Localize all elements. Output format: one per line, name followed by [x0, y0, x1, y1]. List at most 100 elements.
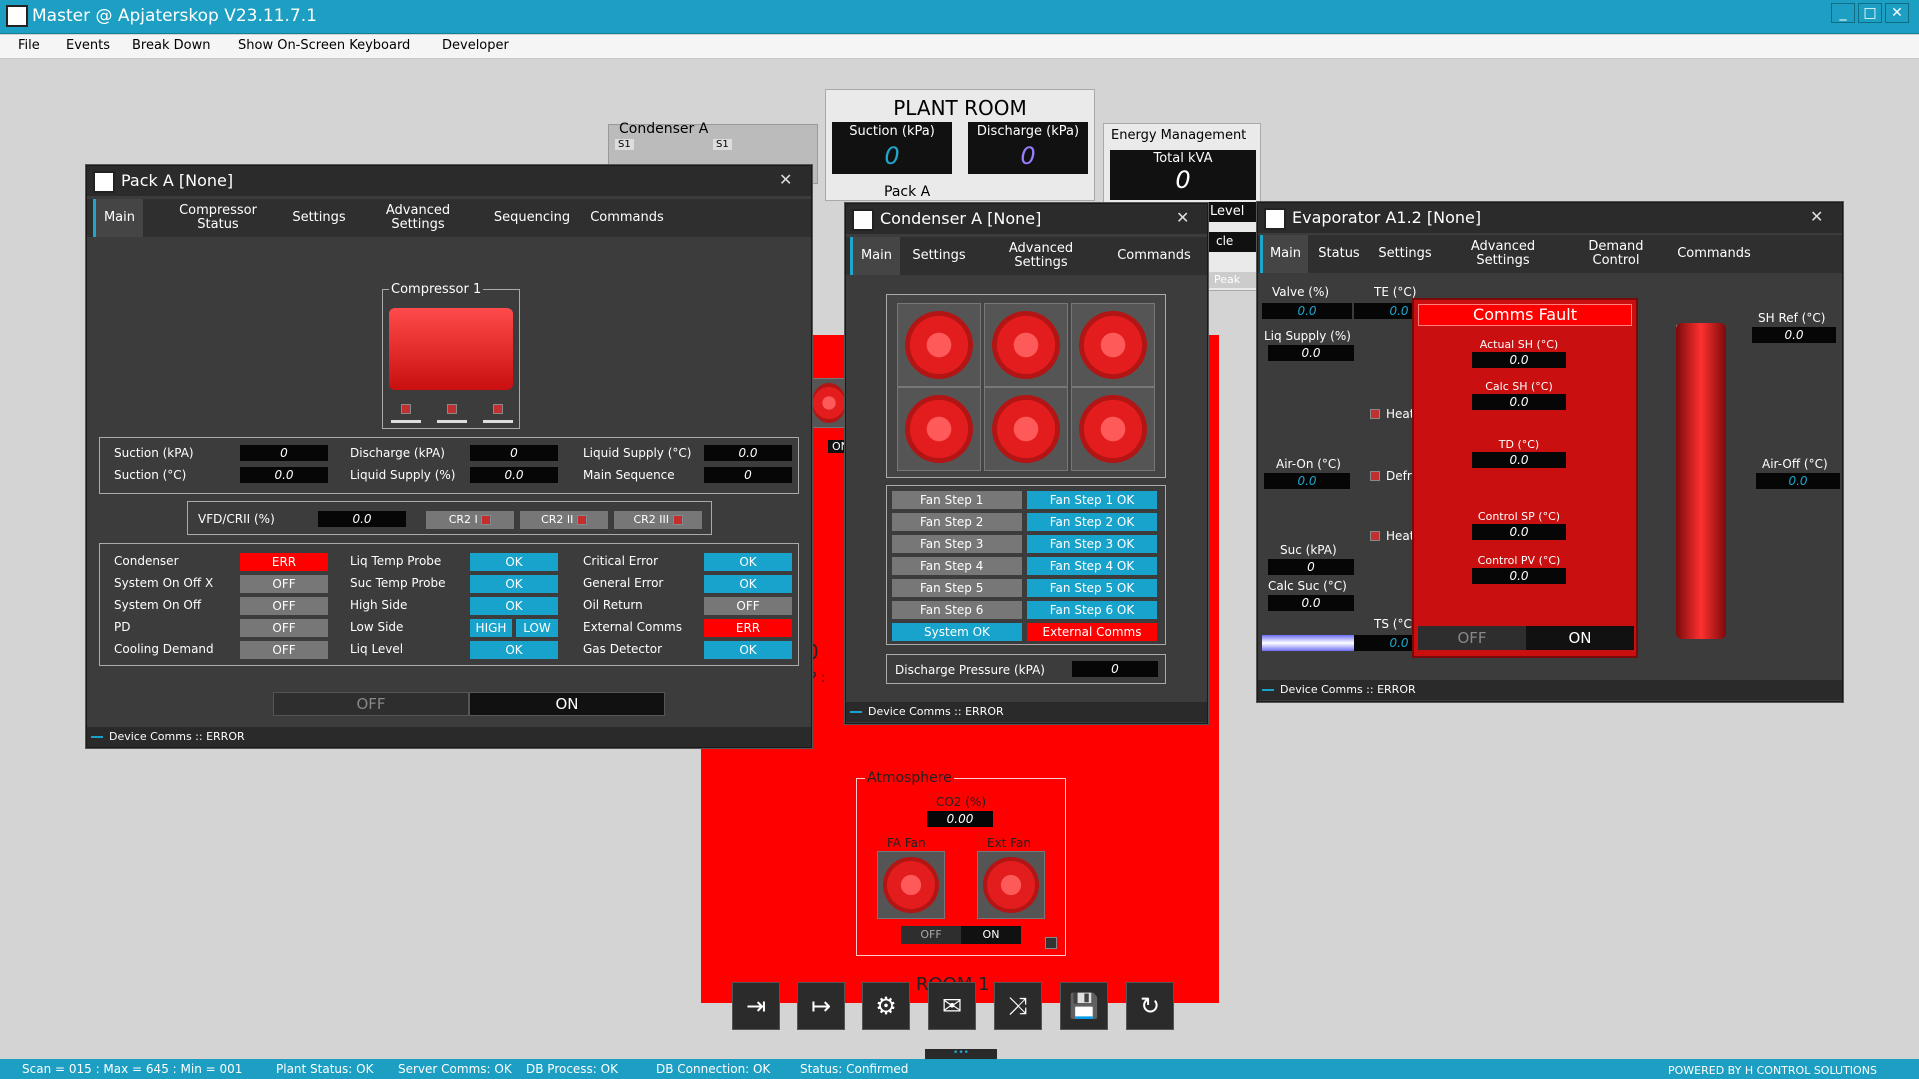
compressor-1-panel[interactable]: Compressor 1 [382, 282, 520, 429]
menu-break-down[interactable]: Break Down [132, 38, 210, 53]
tab-settings[interactable]: Settings [904, 249, 974, 263]
tab-status[interactable]: Status [1312, 247, 1366, 261]
evap-on-button[interactable]: ON [1526, 626, 1634, 650]
fan-step-6-button[interactable]: Fan Step 6 [892, 601, 1022, 619]
cooling-demand-badge: OFF [240, 641, 328, 659]
cr2-i-button[interactable]: CR2 I [426, 511, 514, 529]
air-on-label: Air-On (°C) [1276, 457, 1341, 471]
tab-commands[interactable]: Commands [1112, 249, 1196, 263]
control-sp-value: 0.0 [1472, 524, 1566, 540]
fan-step-4-button[interactable]: Fan Step 4 [892, 557, 1022, 575]
external-comms-badge: External Comms [1027, 623, 1157, 641]
pd-badge: OFF [240, 619, 328, 637]
fan-step-5-ok-badge: Fan Step 5 OK [1027, 579, 1157, 597]
pack-readings-panel: Suction (kPA) 0 Suction (°C) 0.0 Dischar… [99, 437, 799, 494]
fa-fan-icon[interactable] [877, 851, 945, 919]
tab-commands[interactable]: Commands [585, 211, 669, 225]
system-on-off-badge: OFF [240, 597, 328, 615]
menu-developer[interactable]: Developer [442, 38, 509, 53]
tab-advanced-settings[interactable]: Advanced Settings [1458, 240, 1548, 268]
fan-icon[interactable] [897, 303, 981, 387]
tab-settings[interactable]: Settings [1370, 247, 1440, 261]
shuffle-icon[interactable]: ⤨ [994, 982, 1042, 1030]
fan-step-1-button[interactable]: Fan Step 1 [892, 491, 1022, 509]
valve-value: 0.0 [1262, 303, 1352, 319]
logout-icon[interactable]: ↦ [797, 982, 845, 1030]
liq-level-badge: OK [470, 641, 558, 659]
pack-on-button[interactable]: ON [469, 692, 665, 716]
tab-commands[interactable]: Commands [1672, 247, 1756, 261]
fan-icon[interactable] [1071, 387, 1155, 471]
comms-fault-badge: Comms Fault [1418, 304, 1632, 326]
fan-icon[interactable] [984, 387, 1068, 471]
fan-icon[interactable] [1071, 303, 1155, 387]
cr2-iii-label: CR2 III [633, 513, 670, 526]
tab-settings[interactable]: Settings [279, 211, 359, 225]
cr2-iii-button[interactable]: CR2 III [614, 511, 702, 529]
tab-advanced-settings[interactable]: Advanced Settings [373, 204, 463, 232]
tab-compressor-status[interactable]: Compressor Status [163, 204, 273, 232]
vfd-value: 0.0 [318, 511, 406, 527]
fan-step-3-button[interactable]: Fan Step 3 [892, 535, 1022, 553]
window-icon [852, 209, 874, 231]
ext-fan-icon[interactable] [977, 851, 1045, 919]
cr2-ii-button[interactable]: CR2 II [520, 511, 608, 529]
tab-main[interactable]: Main [1260, 235, 1308, 273]
app-title: Master @ Apjaterskop V23.11.7.1 [32, 6, 317, 26]
cr2-iii-indicator [672, 515, 683, 525]
menu-bar: File Events Break Down Show On-Screen Ke… [0, 35, 1919, 59]
condenser-a-window: Condenser A [None] ✕ Main Settings Advan… [845, 203, 1208, 724]
system-on-off-x-badge: OFF [240, 575, 328, 593]
save-icon[interactable]: 💾 [1060, 982, 1108, 1030]
air-off-value: 0.0 [1756, 473, 1840, 489]
tab-sequencing[interactable]: Sequencing [487, 211, 577, 225]
air-on-value: 0.0 [1264, 473, 1350, 489]
menu-file[interactable]: File [18, 38, 40, 53]
fan-icon[interactable] [897, 387, 981, 471]
calc-sh-label: Calc SH (°C) [1485, 380, 1553, 393]
vfd-panel: VFD/CRII (%) 0.0 CR2 I CR2 II CR2 III [187, 501, 712, 535]
suction-c-label: Suction (°C) [114, 468, 187, 482]
close-icon[interactable]: ✕ [1885, 3, 1909, 23]
window-icon [93, 171, 115, 193]
condenser-device-comms-text: Device Comms :: ERROR [868, 705, 1004, 718]
login-icon[interactable]: ⇥ [732, 982, 780, 1030]
tab-main[interactable]: Main [93, 199, 143, 237]
system-ok-badge: System OK [892, 623, 1022, 641]
close-icon[interactable]: ✕ [1810, 207, 1823, 226]
menu-show-on-screen-keyboard[interactable]: Show On-Screen Keyboard [238, 38, 410, 53]
close-icon[interactable]: ✕ [779, 170, 792, 189]
atmosphere-off-button[interactable]: OFF [901, 926, 961, 944]
fan-icon[interactable] [984, 303, 1068, 387]
maximize-icon[interactable]: □ [1858, 3, 1882, 23]
mail-icon[interactable]: ✉ [928, 982, 976, 1030]
status-accent [91, 736, 103, 738]
tab-main[interactable]: Main [850, 237, 900, 275]
system-on-off-x-label: System On Off X [114, 576, 214, 590]
fan-step-2-button[interactable]: Fan Step 2 [892, 513, 1022, 531]
tab-demand-control[interactable]: Demand Control [1576, 240, 1656, 268]
compressor-indicator [493, 404, 503, 414]
minimize-icon[interactable]: _ [1831, 3, 1855, 23]
discharge-pressure-panel: Discharge Pressure (kPA) 0 [886, 654, 1166, 684]
toolbar-handle[interactable]: ••• [925, 1049, 997, 1059]
control-pv-label: Control PV (°C) [1477, 554, 1561, 567]
bottom-toolbar: ⇥ ↦ ⚙ ✉ ⤨ 💾 ↻ [732, 982, 1188, 1042]
refresh-icon[interactable]: ↻ [1126, 982, 1174, 1030]
user-settings-icon[interactable]: ⚙ [862, 982, 910, 1030]
defrost-indicator [1370, 471, 1380, 481]
atmosphere-on-button[interactable]: ON [961, 926, 1021, 944]
pack-off-button[interactable]: OFF [273, 692, 469, 716]
condenser-window-title: Condenser A [None] [880, 209, 1042, 228]
fan-step-5-button[interactable]: Fan Step 5 [892, 579, 1022, 597]
evap-off-button[interactable]: OFF [1418, 626, 1526, 650]
evap-window-title: Evaporator A1.2 [None] [1292, 208, 1482, 227]
menu-events[interactable]: Events [66, 38, 110, 53]
suction-kpa-value: 0 [240, 445, 328, 461]
fan-steps-panel: Fan Step 1 Fan Step 2 Fan Step 3 Fan Ste… [886, 485, 1166, 645]
suction-label: Suction (kPa) [849, 124, 935, 139]
close-icon[interactable]: ✕ [1176, 208, 1189, 227]
suc-temp-probe-badge: OK [470, 575, 558, 593]
tab-advanced-settings[interactable]: Advanced Settings [996, 242, 1086, 270]
discharge-box: Discharge (kPa) 0 [968, 122, 1088, 174]
